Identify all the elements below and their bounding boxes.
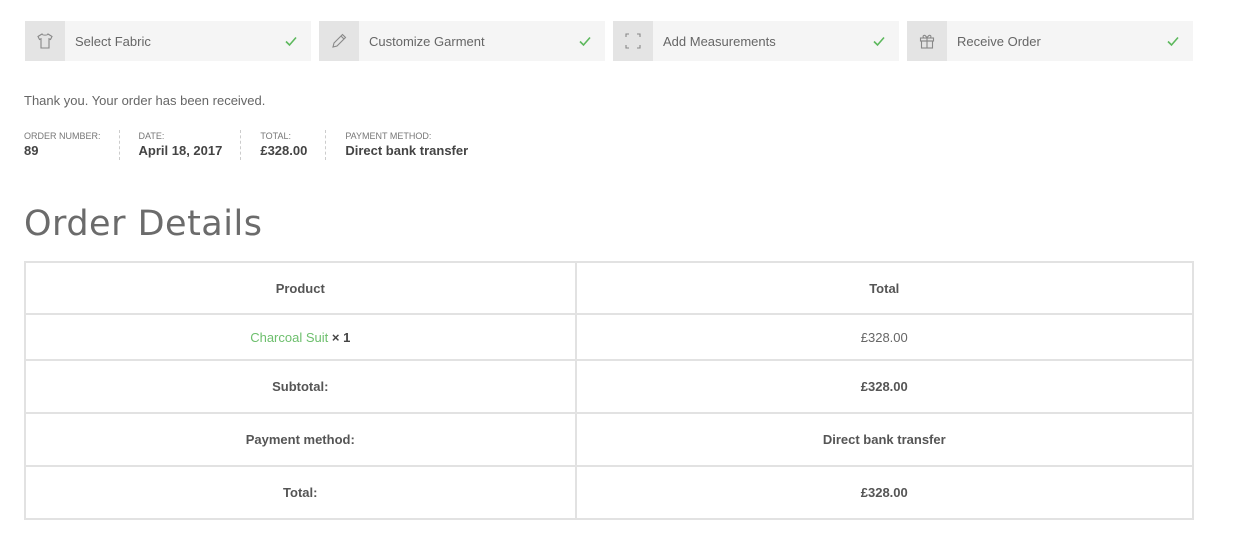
order-total-value: £328.00 bbox=[260, 143, 308, 158]
subtotal-row: Subtotal: £328.00 bbox=[24, 359, 1195, 414]
subtotal-value: £328.00 bbox=[574, 359, 1195, 414]
order-details-heading: Order Details bbox=[24, 204, 263, 244]
measure-icon bbox=[613, 21, 653, 61]
product-cell: Charcoal Suit × 1 bbox=[24, 313, 577, 361]
check-icon bbox=[271, 21, 311, 61]
payment-method-row-label: Payment method: bbox=[24, 412, 577, 467]
total-row: Total: £328.00 bbox=[24, 465, 1195, 520]
order-date-value: April 18, 2017 bbox=[138, 143, 223, 158]
product-quantity: × 1 bbox=[331, 329, 351, 345]
payment-method-label: PAYMENT METHOD: bbox=[345, 131, 432, 141]
step-label: Add Measurements bbox=[663, 33, 776, 49]
product-link[interactable]: Charcoal Suit bbox=[250, 330, 328, 345]
step-label: Customize Garment bbox=[369, 33, 485, 49]
order-overview: ORDER NUMBER: 89 DATE: April 18, 2017 TO… bbox=[24, 130, 505, 160]
col-product-header: Product bbox=[24, 261, 577, 315]
total-label: Total: bbox=[24, 465, 577, 520]
step-customize-garment[interactable]: Customize Garment bbox=[319, 21, 605, 61]
pencil-icon bbox=[319, 21, 359, 61]
step-add-measurements[interactable]: Add Measurements bbox=[613, 21, 899, 61]
step-label: Receive Order bbox=[957, 33, 1041, 49]
payment-method-value: Direct bank transfer bbox=[345, 143, 469, 158]
payment-method-row: Payment method: Direct bank transfer bbox=[24, 412, 1195, 467]
order-date-label: DATE: bbox=[138, 131, 165, 141]
subtotal-label: Subtotal: bbox=[24, 359, 577, 414]
total-value: £328.00 bbox=[574, 465, 1195, 520]
payment-method: PAYMENT METHOD: Direct bank transfer bbox=[345, 130, 486, 160]
order-number: ORDER NUMBER: 89 bbox=[24, 130, 120, 160]
order-total: TOTAL: £328.00 bbox=[260, 130, 327, 160]
step-select-fabric[interactable]: Select Fabric bbox=[25, 21, 311, 61]
check-icon bbox=[565, 21, 605, 61]
table-row: Charcoal Suit × 1 £328.00 bbox=[24, 313, 1195, 361]
thank-you-message: Thank you. Your order has been received. bbox=[24, 93, 266, 108]
check-icon bbox=[859, 21, 899, 61]
step-receive-order[interactable]: Receive Order bbox=[907, 21, 1193, 61]
payment-method-row-value: Direct bank transfer bbox=[574, 412, 1195, 467]
order-details-table: Product Total Charcoal Suit × 1 £328.00 … bbox=[24, 261, 1195, 520]
checkout-steps: Select Fabric Customize Garment Add Meas… bbox=[25, 21, 1193, 61]
check-icon bbox=[1153, 21, 1193, 61]
order-date: DATE: April 18, 2017 bbox=[139, 130, 242, 160]
gift-icon bbox=[907, 21, 947, 61]
shirt-icon bbox=[25, 21, 65, 61]
order-number-value: 89 bbox=[24, 143, 39, 158]
table-header-row: Product Total bbox=[24, 261, 1195, 315]
order-total-label: TOTAL: bbox=[260, 131, 292, 141]
col-total-header: Total bbox=[574, 261, 1195, 315]
order-number-label: ORDER NUMBER: bbox=[24, 131, 101, 141]
step-label: Select Fabric bbox=[75, 33, 151, 49]
product-total-cell: £328.00 bbox=[574, 313, 1195, 361]
